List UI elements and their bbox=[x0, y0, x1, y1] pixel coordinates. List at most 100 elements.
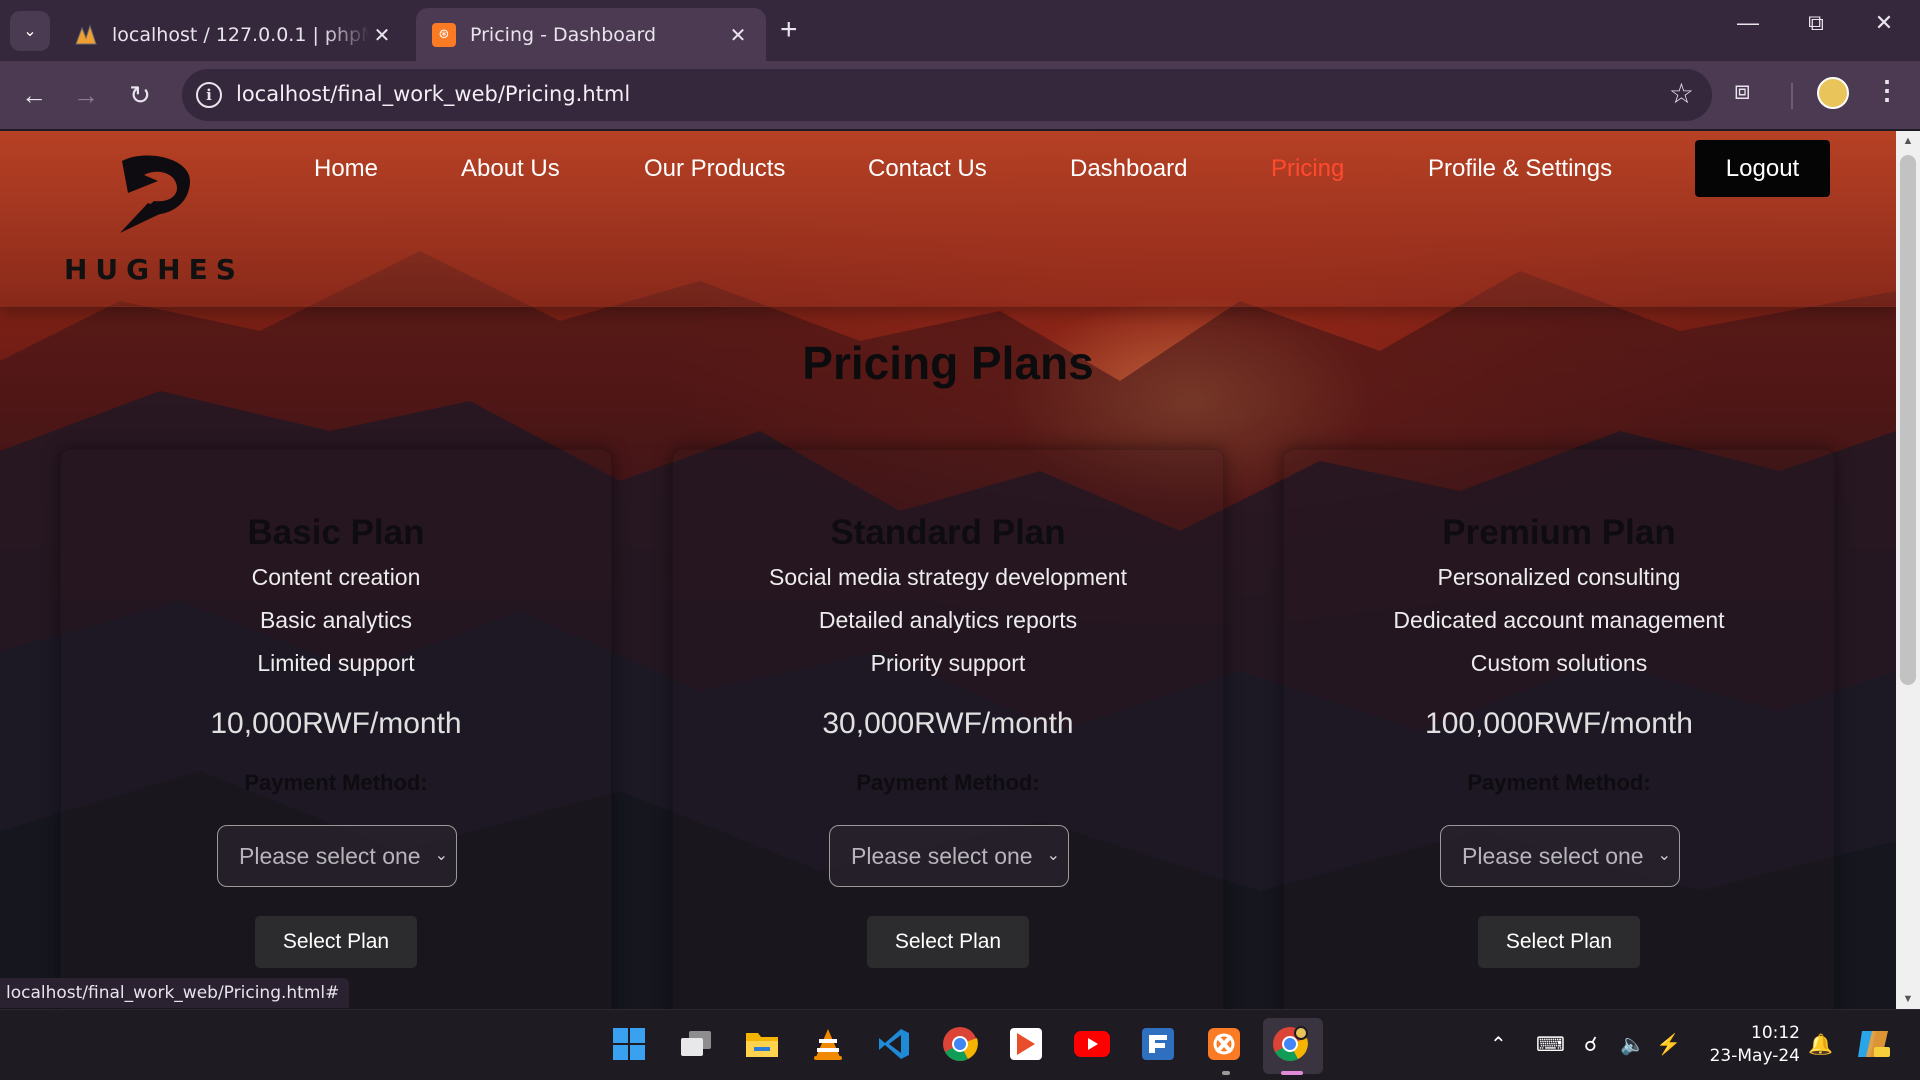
chevron-down-icon: ⌄ bbox=[434, 847, 448, 864]
select-plan-button[interactable]: Select Plan bbox=[1478, 916, 1640, 968]
address-bar[interactable]: i localhost/final_work_web/Pricing.html … bbox=[182, 69, 1712, 121]
minimize-icon: — bbox=[1737, 10, 1759, 35]
payment-method-label: Payment Method: bbox=[244, 770, 428, 795]
close-window-button[interactable]: ✕ bbox=[1864, 10, 1904, 36]
plan-feature: Detailed analytics reports bbox=[818, 607, 1078, 633]
chevron-down-icon: ⌄ bbox=[1046, 847, 1060, 864]
running-indicator bbox=[1222, 1071, 1230, 1075]
media-player-icon[interactable] bbox=[1006, 1024, 1046, 1064]
restore-icon: ⧉ bbox=[1808, 10, 1824, 35]
vlc-icon[interactable] bbox=[808, 1024, 848, 1064]
select-value: Please select one bbox=[851, 843, 1033, 869]
toolbar-divider bbox=[1791, 83, 1793, 109]
payment-method-select[interactable]: Please select one ⌄ bbox=[829, 825, 1069, 887]
select-value: Please select one bbox=[1462, 843, 1644, 869]
chevron-up-icon[interactable]: ⌃ bbox=[1490, 1032, 1507, 1057]
new-tab-button[interactable]: + bbox=[780, 12, 798, 48]
xampp-icon[interactable] bbox=[1204, 1024, 1244, 1064]
plan-price: 100,000RWF/month bbox=[1425, 707, 1693, 740]
scroll-down-arrow-icon[interactable]: ▼ bbox=[1896, 989, 1920, 1009]
select-plan-button[interactable]: Select Plan bbox=[255, 916, 417, 968]
payment-method-label: Payment Method: bbox=[1467, 770, 1651, 795]
minimize-button[interactable]: — bbox=[1728, 10, 1768, 36]
keyboard-icon[interactable]: ⌨ bbox=[1536, 1032, 1565, 1057]
plan-price: 30,000RWF/month bbox=[822, 707, 1074, 740]
info-icon[interactable]: i bbox=[196, 82, 222, 108]
volume-icon[interactable]: 🔈 bbox=[1620, 1032, 1645, 1057]
active-indicator bbox=[1281, 1071, 1303, 1075]
profile-avatar[interactable] bbox=[1817, 77, 1849, 109]
tab-search-button[interactable]: ⌄ bbox=[10, 11, 50, 51]
vscode-icon[interactable] bbox=[874, 1024, 914, 1064]
windows-taskbar: ⌃ ⌨ ☌ 🔈 ⚡ 10:12 23-May-24 🔔 bbox=[0, 1009, 1920, 1080]
chevron-down-icon: ⌄ bbox=[23, 23, 37, 40]
reload-icon: ↻ bbox=[129, 79, 151, 110]
xampp-icon: ⊛ bbox=[432, 22, 456, 47]
nav-dashboard[interactable]: Dashboard bbox=[1070, 155, 1187, 183]
plan-feature: Priority support bbox=[870, 650, 1026, 676]
payment-method-select[interactable]: Please select one ⌄ bbox=[217, 825, 457, 887]
arrow-right-icon: → bbox=[73, 79, 99, 110]
scroll-up-arrow-icon[interactable]: ▲ bbox=[1896, 131, 1920, 151]
page-viewport: HUGHES Home About Us Our Products Contac… bbox=[0, 131, 1896, 1009]
file-explorer-icon[interactable] bbox=[742, 1024, 782, 1064]
nav-home[interactable]: Home bbox=[314, 155, 378, 183]
task-view-icon[interactable] bbox=[676, 1024, 716, 1064]
extensions-icon[interactable]: ⧈ bbox=[1734, 75, 1751, 107]
nav-profile-settings[interactable]: Profile & Settings bbox=[1428, 155, 1612, 183]
nav-about-us[interactable]: About Us bbox=[461, 155, 560, 183]
windows-start-icon[interactable] bbox=[609, 1024, 649, 1064]
page-title: Pricing Plans bbox=[802, 337, 1094, 389]
plan-feature: Personalized consulting bbox=[1437, 564, 1681, 590]
nav-contact-us[interactable]: Contact Us bbox=[868, 155, 987, 183]
browser-tab-bar: ⌄ localhost / 127.0.0.1 | phpMyAdmin ✕ ⊛… bbox=[0, 0, 1920, 61]
browser-tab-phpmyadmin[interactable]: localhost / 127.0.0.1 | phpMyAdmin ✕ bbox=[58, 8, 410, 61]
logo-text: HUGHES bbox=[64, 253, 244, 286]
scrollbar-thumb[interactable] bbox=[1900, 155, 1916, 685]
arrow-left-icon: ← bbox=[21, 79, 47, 110]
nav-our-products[interactable]: Our Products bbox=[644, 155, 785, 183]
payment-method-select[interactable]: Please select one ⌄ bbox=[1440, 825, 1680, 887]
forward-button[interactable]: → bbox=[66, 75, 106, 115]
phpmyadmin-icon bbox=[74, 23, 98, 47]
notification-bell-icon[interactable]: 🔔 bbox=[1808, 1032, 1833, 1057]
nav-pricing[interactable]: Pricing bbox=[1271, 155, 1344, 183]
clock-date: 23-May-24 bbox=[1709, 1046, 1800, 1066]
system-clock[interactable]: 10:12 23-May-24 bbox=[1700, 1022, 1800, 1068]
site-logo[interactable]: HUGHES bbox=[64, 153, 244, 293]
page-scrollbar[interactable]: ▲ ▼ bbox=[1896, 131, 1920, 1009]
more-menu-icon[interactable]: ⋮ bbox=[1874, 75, 1900, 106]
plan-card-premium: Premium Plan Personalized consulting Ded… bbox=[1283, 449, 1835, 1009]
address-url[interactable]: localhost/final_work_web/Pricing.html bbox=[236, 82, 630, 106]
browser-toolbar: ← → ↻ i localhost/final_work_web/Pricing… bbox=[0, 61, 1920, 129]
restore-button[interactable]: ⧉ bbox=[1796, 10, 1836, 36]
close-icon[interactable]: ✕ bbox=[726, 23, 750, 47]
select-plan-button[interactable]: Select Plan bbox=[867, 916, 1029, 968]
close-icon: ✕ bbox=[1874, 10, 1894, 35]
close-icon[interactable]: ✕ bbox=[370, 23, 394, 47]
back-button[interactable]: ← bbox=[14, 75, 54, 115]
plan-feature: Content creation bbox=[251, 564, 421, 590]
chrome-profile-icon[interactable] bbox=[1270, 1024, 1310, 1064]
reload-button[interactable]: ↻ bbox=[120, 75, 160, 115]
network-icon[interactable]: ☌ bbox=[1584, 1032, 1597, 1057]
tab-title: Pricing - Dashboard bbox=[470, 23, 657, 46]
youtube-icon[interactable] bbox=[1072, 1024, 1112, 1064]
logo-mark-icon bbox=[120, 155, 191, 233]
plan-price: 10,000RWF/month bbox=[210, 707, 462, 740]
select-value: Please select one bbox=[239, 843, 421, 869]
battery-icon[interactable]: ⚡ bbox=[1656, 1032, 1681, 1057]
payment-method-label: Payment Method: bbox=[856, 770, 1040, 795]
bookmark-star-icon[interactable]: ☆ bbox=[1669, 77, 1694, 110]
link-status-bubble: localhost/final_work_web/Pricing.html# bbox=[0, 978, 350, 1008]
filezilla-icon[interactable] bbox=[1138, 1024, 1178, 1064]
logout-button[interactable]: Logout bbox=[1695, 140, 1830, 197]
plan-title: Basic Plan bbox=[247, 513, 425, 552]
plan-title: Standard Plan bbox=[830, 513, 1066, 552]
tab-title: localhost / 127.0.0.1 | phpMyAdmin bbox=[112, 23, 370, 46]
browser-tab-pricing[interactable]: ⊛ Pricing - Dashboard ✕ bbox=[416, 8, 766, 61]
plus-icon: + bbox=[780, 13, 798, 46]
chrome-icon[interactable] bbox=[940, 1024, 980, 1064]
plan-feature: Basic analytics bbox=[259, 607, 413, 633]
copilot-icon[interactable] bbox=[1854, 1024, 1894, 1064]
